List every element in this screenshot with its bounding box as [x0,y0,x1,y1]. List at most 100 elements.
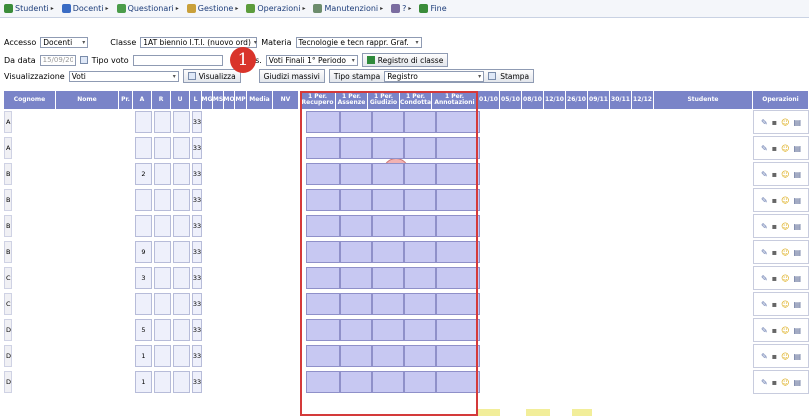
menu-item-gestione[interactable]: Gestione ▸ [186,4,238,13]
edit-icon[interactable]: ✎ [761,274,768,283]
column-header-date[interactable]: 30/11 [610,91,632,109]
cell-condotta[interactable] [404,215,436,237]
document-icon[interactable]: ▤ [793,378,801,387]
cell-annotazioni[interactable] [436,189,480,211]
cell-u[interactable] [173,345,190,367]
menu-item-docenti[interactable]: Docenti ▸ [61,4,109,13]
delete-icon[interactable]: ▪ [772,378,777,387]
edit-icon[interactable]: ✎ [761,222,768,231]
cell-a[interactable] [135,111,152,133]
document-icon[interactable]: ▤ [793,170,801,179]
cell-a[interactable]: 2 [135,163,152,185]
menu-item-help[interactable]: ? ▸ [391,4,411,13]
cell-assenze[interactable] [340,111,372,133]
column-header-u[interactable]: U [171,91,190,109]
menu-item-fine[interactable]: Fine [419,4,448,13]
tipo-vis-select[interactable]: Voti Finali 1° Periodo ▾ [265,54,358,66]
cell-annotazioni[interactable] [436,241,480,263]
smile-icon[interactable]: ☺ [781,118,789,127]
cell-a[interactable] [135,215,152,237]
column-header-giudizio[interactable]: 1 Per. Giudizio [368,91,400,109]
column-header-a[interactable]: A [133,91,152,109]
cell-giudizio[interactable] [372,111,404,133]
edit-icon[interactable]: ✎ [761,326,768,335]
delete-icon[interactable]: ▪ [772,170,777,179]
cell-recupero[interactable] [306,215,340,237]
cell-giudizio[interactable] [372,345,404,367]
smile-icon[interactable]: ☺ [781,378,789,387]
cell-r[interactable] [154,215,171,237]
tipo-voto-input[interactable] [132,54,223,66]
cell-annotazioni[interactable] [436,371,480,393]
cell-giudizio[interactable] [372,241,404,263]
column-header-nome[interactable]: Nome [56,91,119,109]
giudizi-massivi-button[interactable]: Giudizi massivi [258,69,325,83]
document-icon[interactable]: ▤ [793,326,801,335]
document-icon[interactable]: ▤ [793,144,801,153]
cell-annotazioni[interactable] [436,111,480,133]
cell-recupero[interactable] [306,163,340,185]
cell-u[interactable] [173,267,190,289]
smile-icon[interactable]: ☺ [781,326,789,335]
column-header-mp[interactable]: MP [235,91,247,109]
column-header-date[interactable]: 12/10 [544,91,566,109]
cell-assenze[interactable] [340,189,372,211]
cell-annotazioni[interactable] [436,293,480,315]
cell-giudizio[interactable] [372,293,404,315]
cell-u[interactable] [173,163,190,185]
cell-condotta[interactable] [404,241,436,263]
column-header-date[interactable]: 12/12 [632,91,654,109]
smile-icon[interactable]: ☺ [781,352,789,361]
cell-a[interactable]: 9 [135,241,152,263]
cell-condotta[interactable] [404,111,436,133]
materia-select[interactable]: Tecnologie e tecn rappr. Graf. ▾ [295,37,422,48]
smile-icon[interactable]: ☺ [781,222,789,231]
cell-recupero[interactable] [306,189,340,211]
data-input[interactable] [39,54,76,66]
cell-giudizio[interactable] [372,319,404,341]
menu-item-manutenzioni[interactable]: Manutenzioni ▸ [313,4,383,13]
cell-condotta[interactable] [404,319,436,341]
cell-r[interactable] [154,163,171,185]
edit-icon[interactable]: ✎ [761,170,768,179]
cell-u[interactable] [173,241,190,263]
smile-icon[interactable]: ☺ [781,274,789,283]
cell-giudizio[interactable] [372,189,404,211]
cell-r[interactable] [154,137,171,159]
column-header-studente[interactable]: Studente [654,91,753,109]
cell-a[interactable] [135,137,152,159]
column-header-date[interactable]: 09/11 [588,91,610,109]
cell-assenze[interactable] [340,293,372,315]
cell-recupero[interactable] [306,241,340,263]
smile-icon[interactable]: ☺ [781,144,789,153]
edit-icon[interactable]: ✎ [761,300,768,309]
cell-a[interactable]: 1 [135,371,152,393]
cell-assenze[interactable] [340,215,372,237]
cell-u[interactable] [173,293,190,315]
cell-recupero[interactable] [306,267,340,289]
delete-icon[interactable]: ▪ [772,248,777,257]
cell-annotazioni[interactable] [436,215,480,237]
menu-item-studenti[interactable]: Studenti ▸ [4,4,54,13]
document-icon[interactable]: ▤ [793,118,801,127]
cell-giudizio[interactable] [372,371,404,393]
edit-icon[interactable]: ✎ [761,196,768,205]
cell-r[interactable] [154,293,171,315]
cell-annotazioni[interactable] [436,267,480,289]
cell-condotta[interactable] [404,345,436,367]
column-header-mo[interactable]: MO [224,91,235,109]
cell-r[interactable] [154,319,171,341]
column-header-operazioni[interactable]: Operazioni [753,91,809,109]
cell-recupero[interactable] [306,371,340,393]
cell-condotta[interactable] [404,137,436,159]
accesso-select[interactable]: Docenti ▾ [40,37,89,48]
column-header-pr[interactable]: Pr. [119,91,133,109]
cell-recupero[interactable] [306,293,340,315]
cell-assenze[interactable] [340,267,372,289]
cell-annotazioni[interactable] [436,319,480,341]
cell-u[interactable] [173,137,190,159]
cell-assenze[interactable] [340,137,372,159]
delete-icon[interactable]: ▪ [772,144,777,153]
cell-u[interactable] [173,111,190,133]
cell-giudizio[interactable] [372,163,404,185]
